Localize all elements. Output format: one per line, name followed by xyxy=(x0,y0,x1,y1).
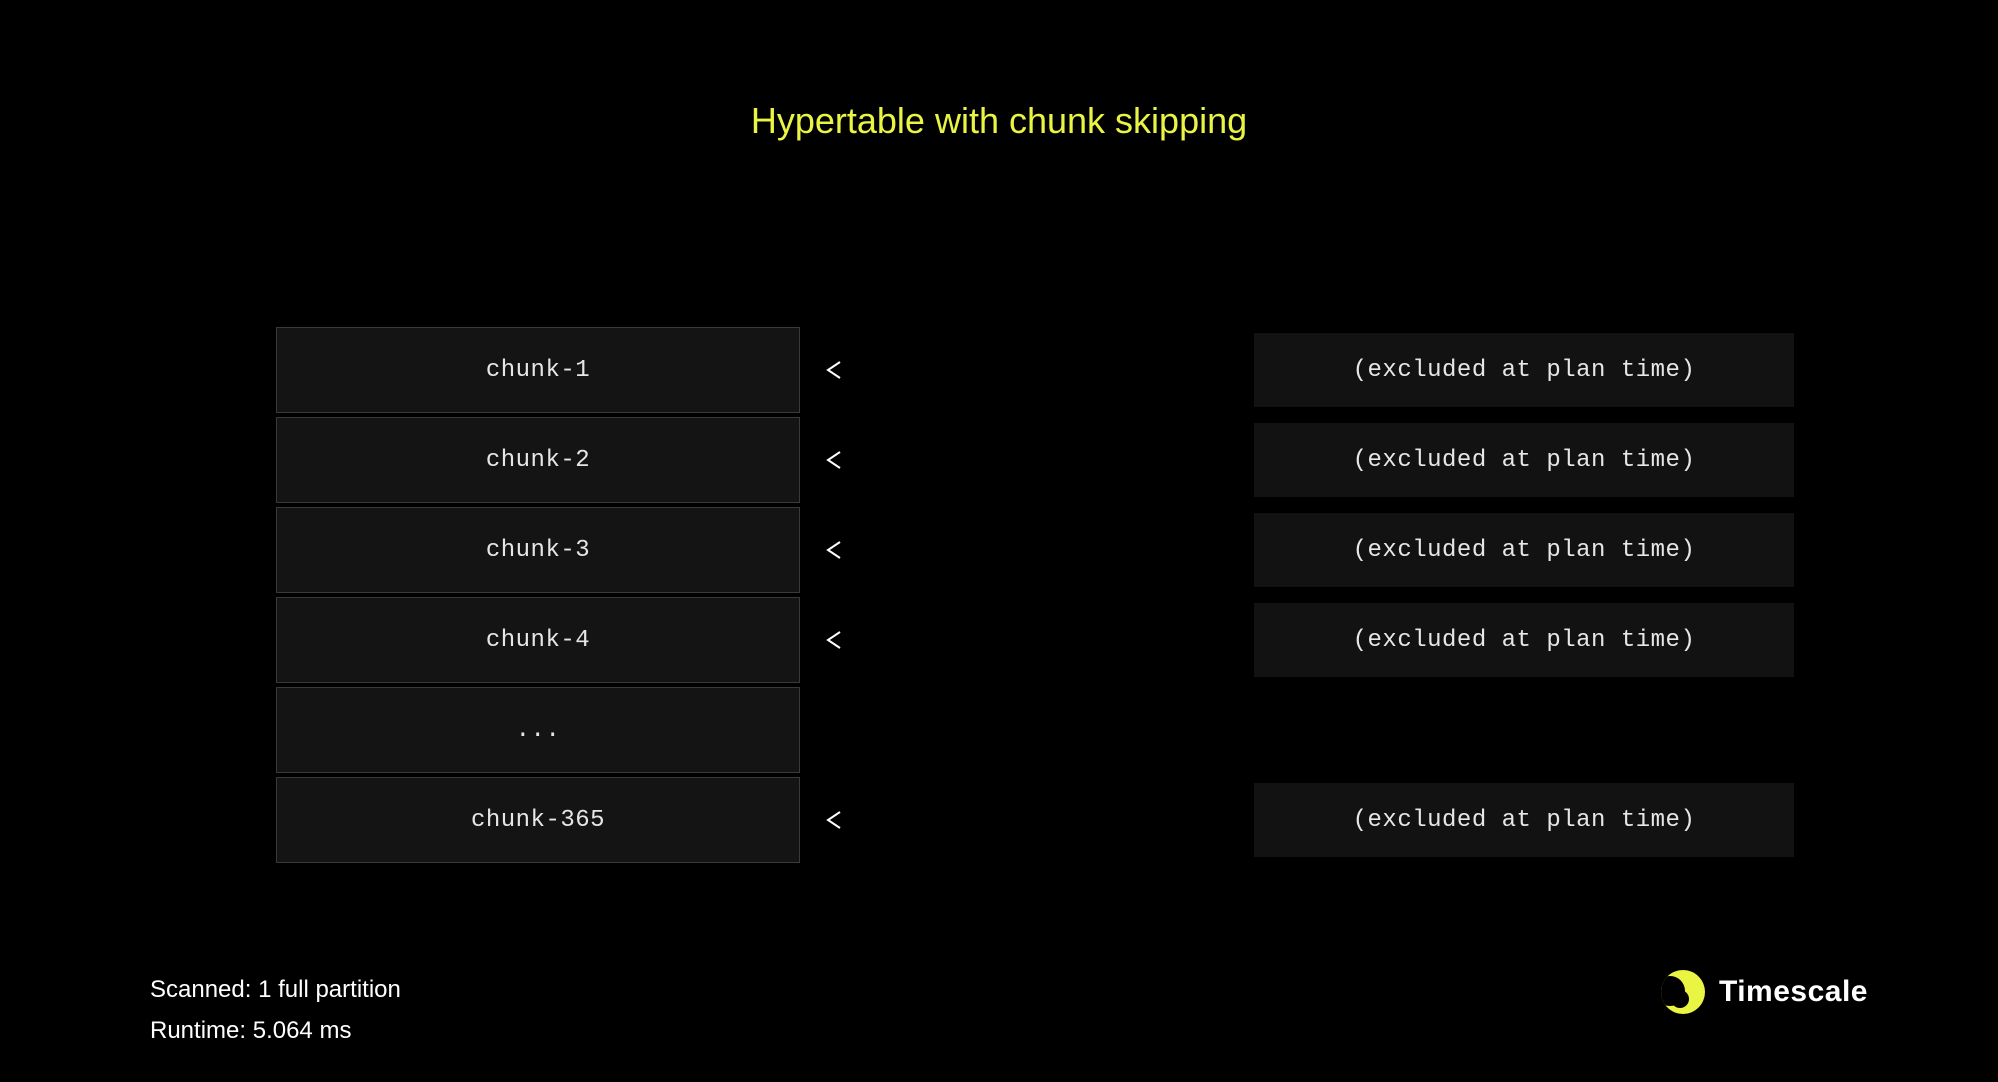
diagram-title: Hypertable with chunk skipping xyxy=(0,100,1998,142)
chunk-row: chunk-1 (excluded at plan time) xyxy=(276,325,1796,415)
runtime-line: Runtime: 5.064 ms xyxy=(150,1011,401,1052)
timescale-logo-icon xyxy=(1661,970,1705,1014)
status-cell: (excluded at plan time) xyxy=(1254,603,1794,677)
chunk-cell-ellipsis: ... xyxy=(276,687,800,773)
arrow-icon xyxy=(800,507,1254,593)
arrow-icon xyxy=(800,327,1254,413)
brand-name: Timescale xyxy=(1719,975,1868,1009)
arrow-icon xyxy=(800,777,1254,863)
status-cell: (excluded at plan time) xyxy=(1254,783,1794,857)
arrow-icon xyxy=(800,417,1254,503)
chunk-cell: chunk-3 xyxy=(276,507,800,593)
chunk-row: chunk-3 (excluded at plan time) xyxy=(276,505,1796,595)
stats-block: Scanned: 1 full partition Runtime: 5.064… xyxy=(150,970,401,1052)
status-cell: (excluded at plan time) xyxy=(1254,333,1794,407)
chunk-cell: chunk-365 xyxy=(276,777,800,863)
chunk-row: chunk-365 (excluded at plan time) xyxy=(276,775,1796,865)
arrow-icon xyxy=(800,597,1254,683)
chunk-diagram: chunk-1 (excluded at plan time) chunk-2 xyxy=(276,325,1796,865)
chunk-cell: chunk-4 xyxy=(276,597,800,683)
scanned-value: 1 full partition xyxy=(258,976,401,1003)
runtime-label: Runtime: xyxy=(150,1017,246,1044)
status-cell: (excluded at plan time) xyxy=(1254,513,1794,587)
scanned-line: Scanned: 1 full partition xyxy=(150,970,401,1011)
chunk-cell: chunk-2 xyxy=(276,417,800,503)
chunk-row: chunk-4 (excluded at plan time) xyxy=(276,595,1796,685)
chunk-row-ellipsis: ... xyxy=(276,685,1796,775)
runtime-value: 5.064 ms xyxy=(253,1017,352,1044)
chunk-cell: chunk-1 xyxy=(276,327,800,413)
status-cell: (excluded at plan time) xyxy=(1254,423,1794,497)
brand-logo: Timescale xyxy=(1661,970,1868,1014)
chunk-row: chunk-2 (excluded at plan time) xyxy=(276,415,1796,505)
scanned-label: Scanned: xyxy=(150,976,251,1003)
